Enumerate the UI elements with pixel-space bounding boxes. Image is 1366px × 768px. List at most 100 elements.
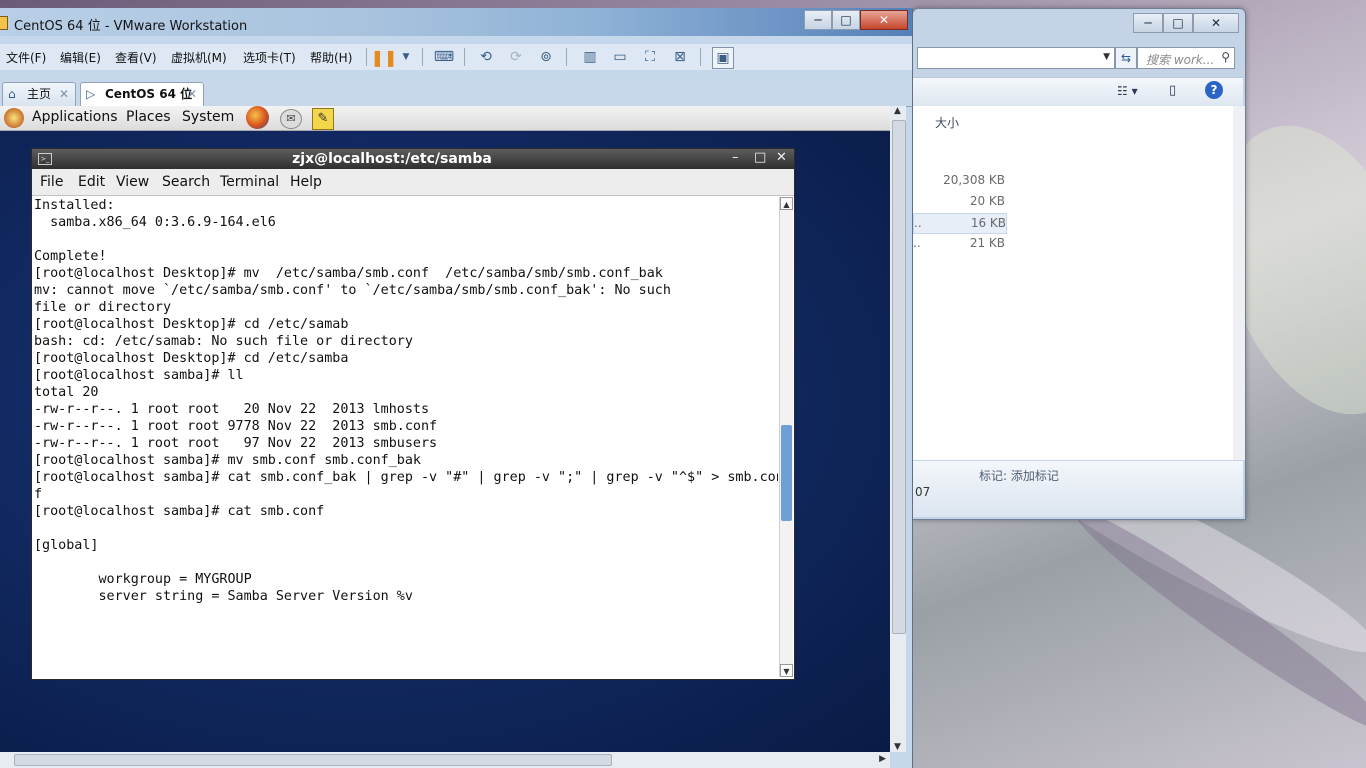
fullscreen-icon[interactable]: ⛶ <box>640 47 660 67</box>
menu-bar: 文件(F) 编辑(E) 查看(V) 虚拟机(M) 选项卡(T) 帮助(H) ❚❚… <box>0 44 912 70</box>
notes-icon[interactable]: ✎ <box>312 108 334 130</box>
scroll-up-icon[interactable]: ▲ <box>780 197 793 210</box>
toolbar-separator <box>422 48 423 66</box>
snapshot-manager-icon[interactable]: ⊚ <box>536 47 556 67</box>
terminal-title: zjx@localhost:/etc/samba <box>292 151 492 167</box>
revert-snapshot-icon[interactable]: ⟳ <box>506 47 526 67</box>
menu-file[interactable]: 文件(F) <box>6 49 46 66</box>
scroll-right-icon[interactable]: ▶ <box>879 754 886 764</box>
window-title: CentOS 64 位 - VMware Workstation <box>14 19 248 34</box>
vmware-titlebar[interactable]: CentOS 64 位 - VMware Workstation ─ □ ✕ <box>0 8 912 36</box>
maximize-button[interactable]: □ <box>832 10 860 30</box>
sidebar-toggle-icon[interactable]: ▥ <box>580 47 600 67</box>
help-icon[interactable]: ? <box>1205 81 1223 99</box>
terminal-menu-edit[interactable]: Edit <box>78 174 105 190</box>
search-icon[interactable]: ⚲ <box>1221 50 1230 64</box>
scroll-up-icon[interactable]: ▲ <box>894 106 901 116</box>
explorer-scrollbar[interactable] <box>1233 106 1245 460</box>
list-item[interactable]: .. 21 KB <box>913 234 1005 253</box>
menu-view[interactable]: 查看(V) <box>115 49 157 66</box>
scrollbar-thumb[interactable] <box>14 754 612 766</box>
vmware-window: CentOS 64 位 - VMware Workstation ─ □ ✕ 文… <box>0 8 913 768</box>
file-list: 大小 20,308 KB 20 KB .. 16 KB .. 21 KB <box>913 106 1233 460</box>
close-button[interactable]: ✕ <box>1193 13 1239 33</box>
list-item[interactable]: .. 16 KB <box>913 213 1007 234</box>
menu-help[interactable]: 帮助(H) <box>310 49 352 66</box>
vm-horizontal-scrollbar[interactable]: ▶ <box>0 752 890 768</box>
terminal-menu-view[interactable]: View <box>116 174 149 190</box>
terminal-menu-search[interactable]: Search <box>162 174 210 190</box>
scrollbar-thumb[interactable] <box>892 120 906 634</box>
toolbar-separator <box>464 48 465 66</box>
close-button[interactable]: ✕ <box>776 150 787 165</box>
close-button[interactable]: ✕ <box>860 10 908 30</box>
close-icon[interactable]: ✕ <box>187 83 197 105</box>
maximize-button[interactable]: □ <box>1163 13 1193 33</box>
terminal-menu-file[interactable]: File <box>40 174 63 190</box>
search-input[interactable]: 搜索 work... ⚲ <box>1137 47 1235 69</box>
list-item[interactable]: 20,308 KB <box>913 171 1005 190</box>
view-options-icon[interactable]: ☷ ▾ <box>1117 84 1138 98</box>
chevron-down-icon[interactable]: ▼ <box>1103 52 1110 62</box>
toolbar-separator <box>366 48 367 66</box>
refresh-button[interactable]: ⇆ <box>1115 47 1137 69</box>
terminal-output[interactable]: Installed: samba.x86_64 0:3.6.9-164.el6 … <box>34 197 778 677</box>
unity-icon[interactable]: ⊠ <box>670 47 690 67</box>
firefox-icon[interactable] <box>246 106 269 129</box>
panel-system[interactable]: System <box>182 109 234 125</box>
toolbar-separator <box>566 48 567 66</box>
panel-applications[interactable]: Applications <box>32 109 118 125</box>
scroll-down-icon[interactable]: ▼ <box>894 742 901 752</box>
list-item[interactable]: 20 KB <box>913 192 1005 211</box>
console-view-icon[interactable]: ▭ <box>610 47 630 67</box>
vmware-window-controls: ─ □ ✕ <box>804 10 908 30</box>
mail-icon[interactable]: ✉ <box>280 109 302 129</box>
pause-icon[interactable]: ❚❚ <box>371 47 398 67</box>
terminal-menu-bar: File Edit View Search Terminal Help <box>32 169 794 196</box>
column-header-size[interactable]: 大小 <box>935 114 959 131</box>
details-year: 07 <box>915 485 931 499</box>
tab-label: CentOS 64 位 <box>105 87 193 101</box>
terminal-scrollbar[interactable]: ▲ ▼ <box>779 197 793 677</box>
scroll-down-icon[interactable]: ▼ <box>780 664 793 677</box>
send-keys-icon[interactable]: ⌨ <box>434 47 454 67</box>
explorer-window-controls: ─ □ ✕ <box>1133 13 1239 33</box>
explorer-window[interactable]: ─ □ ✕ ▼ ⇆ 搜索 work... ⚲ ☷ ▾ ▯ ? 大小 20,308… <box>912 8 1246 520</box>
guest-screen[interactable]: Applications Places System ✉ ✎ >_ zjx@lo… <box>0 106 890 752</box>
menu-vm[interactable]: 虚拟机(M) <box>171 49 227 66</box>
close-icon[interactable]: ✕ <box>59 83 69 105</box>
terminal-menu-terminal[interactable]: Terminal <box>220 174 279 190</box>
vm-icon: ▷ <box>86 87 96 101</box>
terminal-text: Installed: samba.x86_64 0:3.6.9-164.el6 … <box>34 198 778 604</box>
tag-field[interactable]: 标记: 添加标记 <box>979 467 1059 484</box>
tab-home[interactable]: ⌂ 主页 ✕ <box>2 82 76 107</box>
explorer-toolbar: ☷ ▾ ▯ ? <box>913 77 1243 107</box>
terminal-window[interactable]: >_ zjx@localhost:/etc/samba – □ ✕ File E… <box>31 148 795 680</box>
search-placeholder: 搜索 work... <box>1146 53 1215 67</box>
preview-pane-icon[interactable]: ▯ <box>1169 83 1176 98</box>
scrollbar-thumb[interactable] <box>781 425 792 521</box>
home-icon: ⌂ <box>8 87 16 101</box>
minimize-button[interactable]: – <box>732 150 739 165</box>
terminal-titlebar[interactable]: >_ zjx@localhost:/etc/samba – □ ✕ <box>32 149 794 169</box>
gnome-foot-icon <box>4 108 24 128</box>
minimize-button[interactable]: ─ <box>804 10 832 30</box>
vmware-logo-icon <box>0 16 8 30</box>
vm-vertical-scrollbar[interactable]: ▲ ▼ <box>890 106 906 752</box>
terminal-menu-help[interactable]: Help <box>290 174 322 190</box>
minimize-button[interactable]: ─ <box>1133 13 1163 33</box>
address-bar[interactable]: ▼ <box>917 47 1115 69</box>
tab-centos[interactable]: ▷ CentOS 64 位 ✕ <box>80 82 204 107</box>
menu-tabs[interactable]: 选项卡(T) <box>243 49 296 66</box>
toolbar-separator <box>700 48 701 66</box>
thumbnail-view-icon[interactable]: ▣ <box>712 47 734 69</box>
details-pane: 标记: 添加标记 07 <box>913 461 1243 517</box>
tab-label: 主页 <box>27 87 52 101</box>
chevron-down-icon[interactable]: ▼ <box>396 47 416 67</box>
tab-bar: ⌂ 主页 ✕ ▷ CentOS 64 位 ✕ <box>0 80 912 107</box>
maximize-button[interactable]: □ <box>754 150 766 165</box>
menu-edit[interactable]: 编辑(E) <box>60 49 101 66</box>
panel-places[interactable]: Places <box>126 109 171 125</box>
snapshot-icon[interactable]: ⟲ <box>476 47 496 67</box>
gnome-top-panel: Applications Places System ✉ ✎ <box>0 106 890 131</box>
